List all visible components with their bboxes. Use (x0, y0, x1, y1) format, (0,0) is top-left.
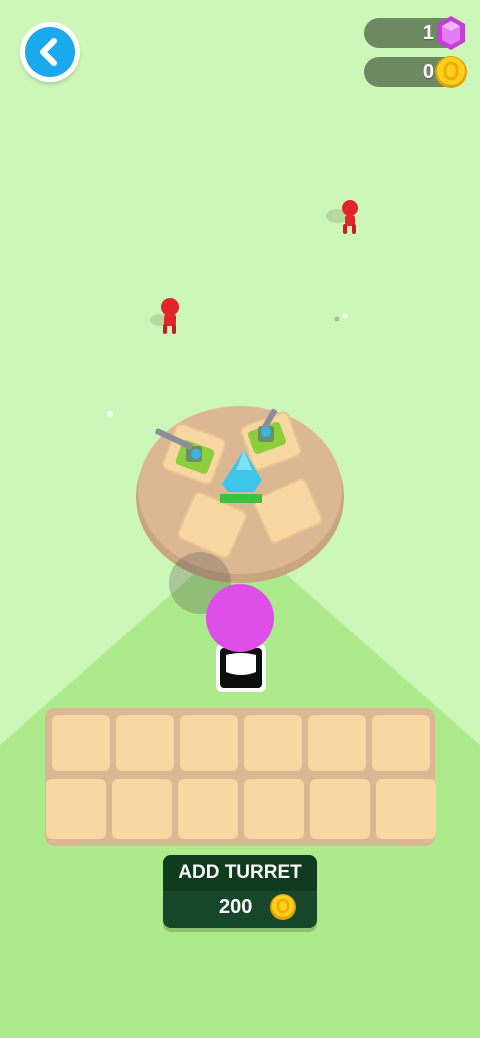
debris (334, 316, 340, 322)
grid-slot[interactable] (180, 715, 238, 771)
enemy (326, 200, 358, 234)
add-turret-button[interactable]: ADD TURRET 200 (163, 855, 317, 928)
grid-slot[interactable] (112, 779, 172, 839)
grid-slot[interactable] (376, 779, 436, 839)
debris (342, 313, 348, 319)
grid-slot[interactable] (310, 779, 370, 839)
add-turret-price: 200 (219, 896, 253, 918)
grid-slot[interactable] (178, 779, 238, 839)
enemy (150, 298, 179, 334)
coin-icon (432, 53, 470, 91)
coin-icon (268, 892, 298, 922)
back-button[interactable] (20, 22, 80, 82)
gem-counter: 1 (364, 16, 465, 50)
chevron-left-icon (25, 27, 75, 77)
grid-slot[interactable] (308, 715, 366, 771)
grid-slot[interactable] (244, 715, 302, 771)
crystal-health-bar (220, 494, 262, 503)
grid-slot[interactable] (372, 715, 430, 771)
grid-slot[interactable] (116, 715, 174, 771)
coin-counter: 0 (364, 56, 467, 88)
debris (107, 411, 113, 417)
turret-grid (45, 708, 436, 846)
grid-slot[interactable] (244, 779, 304, 839)
gem-icon (432, 14, 470, 52)
add-turret-label: ADD TURRET (178, 862, 302, 883)
grid-slot[interactable] (52, 715, 110, 771)
player-character (206, 584, 274, 692)
grid-slot[interactable] (46, 779, 106, 839)
